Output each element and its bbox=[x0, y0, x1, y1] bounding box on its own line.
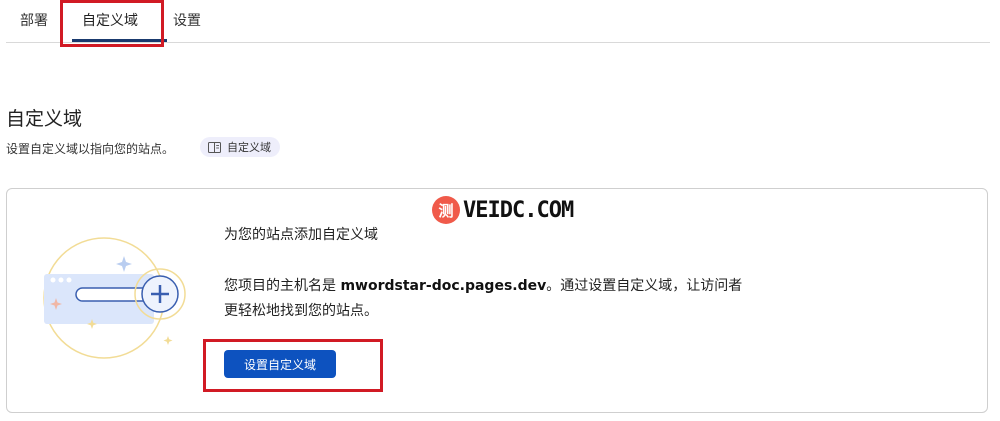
setup-custom-domain-button[interactable]: 设置自定义域 bbox=[224, 350, 336, 378]
docs-link-chip[interactable]: 自定义域 bbox=[200, 137, 280, 157]
section-title: 自定义域 bbox=[6, 108, 83, 130]
domain-illustration bbox=[43, 237, 186, 359]
docs-link-label: 自定义域 bbox=[227, 141, 271, 154]
active-tab-indicator bbox=[72, 39, 167, 42]
tab-settings[interactable]: 设置 bbox=[173, 10, 201, 30]
book-icon bbox=[208, 141, 221, 153]
watermark-logo: 测 bbox=[432, 196, 460, 224]
card-body: 您项目的主机名是 mwordstar-doc.pages.dev。通过设置自定义… bbox=[224, 274, 744, 324]
watermark-text: VEIDC.COM bbox=[463, 197, 574, 223]
tab-deploy[interactable]: 部署 bbox=[20, 10, 48, 30]
tab-bar: 部署 自定义域 设置 bbox=[6, 0, 990, 43]
tab-custom-domains[interactable]: 自定义域 bbox=[82, 10, 138, 30]
section-description: 设置自定义域以指向您的站点。 bbox=[6, 142, 175, 156]
card-body-prefix: 您项目的主机名是 bbox=[224, 278, 341, 294]
card-heading: 为您的站点添加自定义域 bbox=[224, 227, 378, 243]
watermark: 测 VEIDC.COM bbox=[432, 196, 574, 224]
project-hostname: mwordstar-doc.pages.dev bbox=[340, 278, 547, 294]
